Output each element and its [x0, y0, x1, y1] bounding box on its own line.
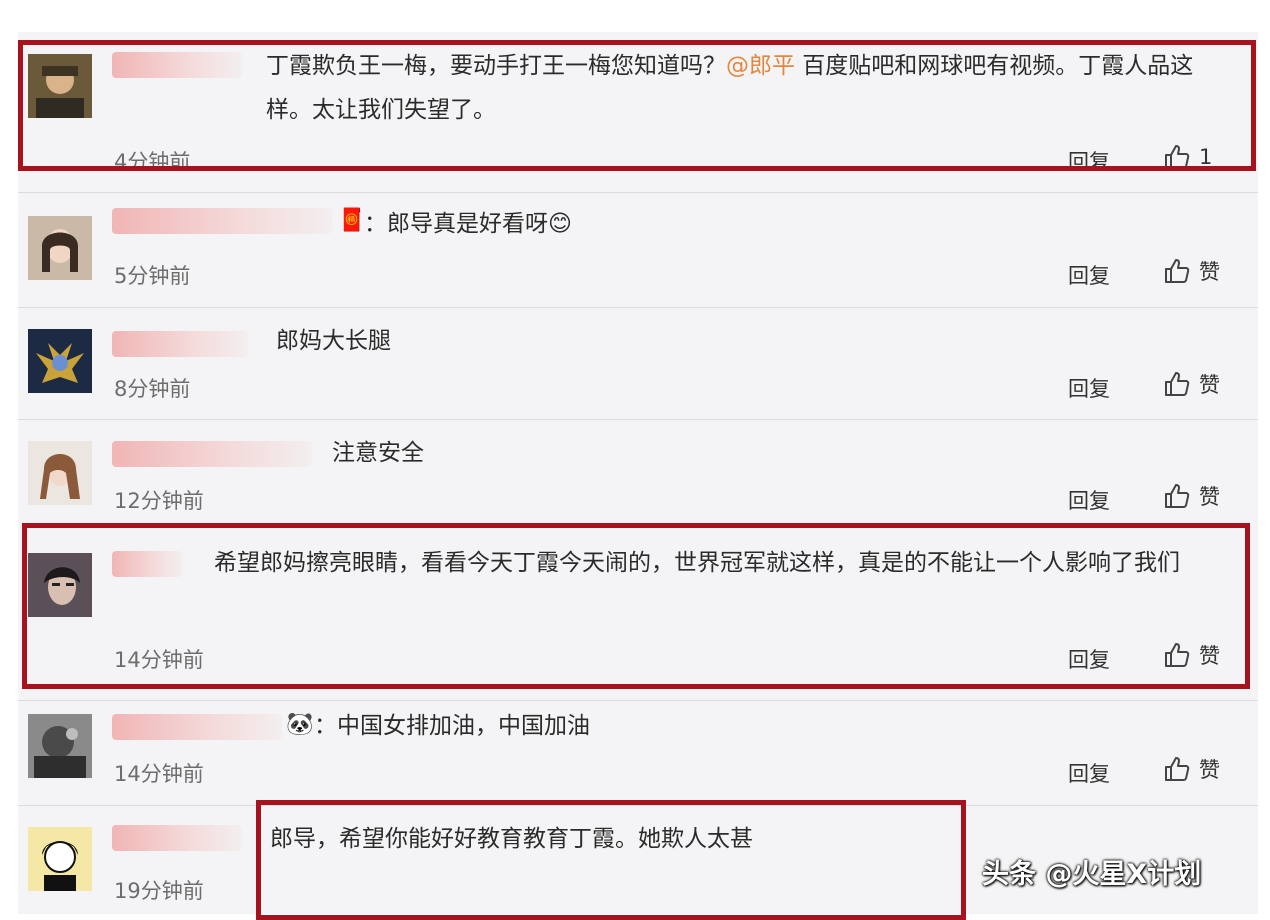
like-button[interactable]: 赞: [1163, 256, 1243, 286]
comment-item: 🧧 ：郎导真是好看呀😊 5分钟前 回复 赞: [18, 192, 1258, 307]
thumbs-up-icon: [1165, 643, 1190, 667]
like-button[interactable]: 赞: [1163, 640, 1243, 670]
comment-item: 🐼 ：中国女排加油，中国加油 14分钟前 回复 赞: [18, 700, 1258, 805]
comment-time: 5分钟前: [114, 264, 191, 288]
like-count: 1: [1199, 145, 1213, 169]
reply-button[interactable]: 回复: [1068, 260, 1110, 290]
watermark: 头条 @火星X计划: [982, 859, 1202, 890]
reply-button[interactable]: 回复: [1068, 758, 1110, 788]
username-blurred[interactable]: [112, 52, 242, 78]
like-button[interactable]: 赞: [1163, 369, 1243, 399]
comment-time: 14分钟前: [114, 762, 204, 786]
comment-time: 8分钟前: [114, 377, 191, 401]
comment-feed: 丁霞欺负王一梅，要动手打王一梅您知道吗？@郎平 百度贴吧和网球吧有视频。丁霞人品…: [18, 32, 1258, 914]
avatar[interactable]: [28, 827, 92, 891]
reply-button[interactable]: 回复: [1068, 485, 1110, 515]
like-button[interactable]: 赞: [1163, 481, 1243, 511]
avatar[interactable]: [28, 216, 92, 280]
comment-text: 郎妈大长腿: [276, 328, 391, 354]
comment-text: 丁霞欺负王一梅，要动手打王一梅您知道吗？@郎平 百度贴吧和网球吧有视频。丁霞人品…: [266, 53, 1194, 123]
avatar[interactable]: [28, 553, 92, 617]
like-label: 赞: [1199, 644, 1220, 668]
red-envelope-icon: 🧧: [338, 208, 366, 233]
comment-text: ：中国女排加油，中国加油: [314, 713, 590, 739]
username-blurred[interactable]: [112, 208, 332, 234]
comment-text: 郎导，希望你能好好教育教育丁霞。她欺人太甚: [270, 826, 753, 852]
avatar[interactable]: [28, 329, 92, 393]
like-button[interactable]: 赞: [1163, 754, 1243, 784]
like-label: 赞: [1199, 485, 1220, 509]
smile-emoji-icon: 😊: [548, 211, 572, 237]
avatar[interactable]: [28, 441, 92, 505]
comment-time: 12分钟前: [114, 489, 204, 513]
username-blurred[interactable]: [112, 441, 312, 467]
reply-button[interactable]: 回复: [1068, 373, 1110, 403]
avatar[interactable]: [28, 54, 92, 118]
panda-icon: 🐼: [286, 712, 314, 737]
comment-item: 丁霞欺负王一梅，要动手打王一梅您知道吗？@郎平 百度贴吧和网球吧有视频。丁霞人品…: [18, 32, 1258, 182]
reply-button[interactable]: 回复: [1068, 146, 1110, 176]
thumbs-up-icon: [1165, 145, 1190, 169]
reply-button[interactable]: 回复: [1068, 644, 1110, 674]
mention-link[interactable]: @郎平: [726, 53, 795, 79]
comment-text: 希望郎妈擦亮眼睛，看看今天丁霞今天闹的，世界冠军就这样，真是的不能让一个人影响了…: [214, 550, 1180, 576]
username-blurred[interactable]: [112, 825, 242, 851]
comment-text: ：郎导真是好看呀😊: [364, 211, 572, 237]
thumbs-up-icon: [1165, 259, 1190, 283]
like-label: 赞: [1199, 758, 1220, 782]
comment-item: 郎妈大长腿 8分钟前 回复 赞: [18, 307, 1258, 419]
like-button[interactable]: 1: [1163, 142, 1243, 172]
username-blurred[interactable]: [112, 714, 282, 740]
username-blurred[interactable]: [112, 331, 248, 357]
like-label: 赞: [1199, 373, 1220, 397]
comment-time: 19分钟前: [114, 879, 204, 903]
thumbs-up-icon: [1165, 757, 1190, 781]
thumbs-up-icon: [1165, 484, 1190, 508]
comment-time: 4分钟前: [114, 150, 191, 174]
comment-time: 14分钟前: [114, 648, 204, 672]
comment-text: 注意安全: [332, 440, 424, 466]
thumbs-up-icon: [1165, 372, 1190, 396]
avatar[interactable]: [28, 714, 92, 778]
comment-item: 注意安全 12分钟前 回复 赞: [18, 419, 1258, 527]
like-label: 赞: [1199, 260, 1220, 284]
comment-item: 希望郎妈擦亮眼睛，看看今天丁霞今天闹的，世界冠军就这样，真是的不能让一个人影响了…: [18, 527, 1258, 687]
